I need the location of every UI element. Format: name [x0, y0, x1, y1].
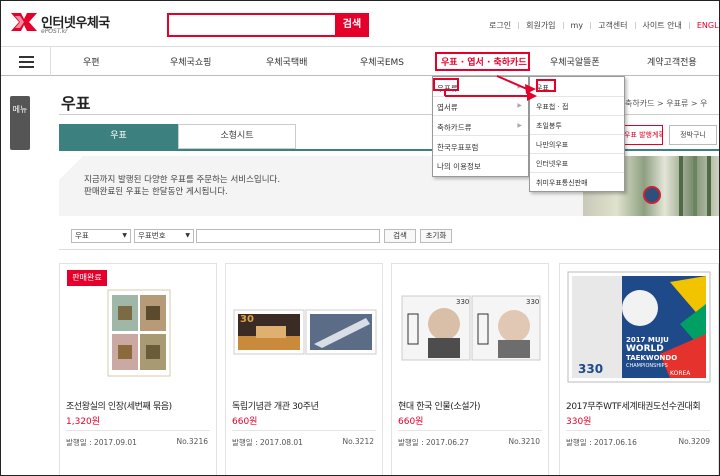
stamp-number: No.3212 — [342, 437, 374, 446]
product-card[interactable]: 30 독립기념관 개관 30주년 660원 발행일 : 2017.08.01 N… — [225, 263, 383, 475]
issue-date: 발행일 : 2017.08.01 — [232, 438, 303, 447]
annotation-arrow-icon — [444, 75, 537, 101]
cart-button[interactable]: 정박구니 — [669, 125, 717, 145]
product-card[interactable]: 330 330 현대 한국 인물(소설가) 660원 발행일 : 2017.06… — [391, 263, 549, 475]
search-field-select[interactable]: 우표번호 ▼ — [134, 229, 194, 243]
epost-logo-icon — [11, 13, 37, 31]
issue-date: 발행일 : 2017.06.16 — [566, 438, 637, 447]
sold-out-badge: 판매완료 — [67, 270, 107, 286]
signup-link[interactable]: 회원가입 — [526, 20, 555, 31]
search-button[interactable]: 검색 — [335, 13, 369, 37]
my-link[interactable]: my — [571, 21, 584, 30]
customer-center-link[interactable]: 고객센터 — [598, 20, 627, 31]
wtf-title-3: TAEKWONDO — [626, 354, 678, 362]
side-menu-tab[interactable]: 메뉴 — [10, 96, 30, 150]
submenu-item-fdc[interactable]: 초일봉투 — [536, 121, 562, 131]
banner-text: 지금까지 발행된 다양한 우표를 주문하는 서비스입니다. 판매완료된 우표는 … — [84, 174, 280, 198]
nav-contract-customer[interactable]: 계약고객전용 — [647, 55, 697, 68]
korea-label: KOREA — [670, 370, 691, 377]
chevron-right-icon: ▶ — [517, 122, 522, 129]
product-price: 330원 — [566, 417, 592, 427]
wtf-title-2: WORLD — [626, 344, 664, 354]
banner-line-1: 지금까지 발행된 다양한 우표를 주문하는 서비스입니다. — [84, 175, 281, 185]
product-price: 1,320원 — [66, 417, 101, 427]
banner-corner — [59, 156, 83, 180]
menu-item-cards[interactable]: 축하카드류 — [437, 122, 472, 133]
search-input[interactable]: 검색 — [167, 13, 369, 37]
chevron-right-icon: ▶ — [517, 102, 522, 109]
english-link[interactable]: ENGLISH — [697, 21, 719, 30]
stamp-number: No.3216 — [176, 437, 208, 446]
dropdown-menu-level2: 우표 우표첩 · 접 초일봉투 나만의우표 인터넷우표 취미우표통신판매 — [529, 76, 625, 192]
stamp-image-novelists: 330 330 — [392, 264, 548, 386]
list-divider — [59, 249, 719, 250]
menu-item-my-info[interactable]: 나의 이용정보 — [437, 161, 481, 172]
product-name[interactable]: 현대 한국 인물(소설가) — [398, 399, 480, 412]
login-link[interactable]: 로그인 — [489, 20, 511, 31]
page-title: 우표 — [61, 94, 91, 113]
stamp-image-independence-hall: 30 — [226, 264, 382, 386]
product-name[interactable]: 독립기념관 개관 30주년 — [232, 399, 319, 412]
site-logo[interactable]: 인터넷우체국 ePOST.kr — [11, 9, 131, 39]
banner-line-2: 판매완료된 우표는 한달동안 게시됩니다. — [84, 187, 228, 197]
stamp-value-30: 30 — [240, 314, 254, 325]
wtf-title-1: 2017 MUJU — [626, 336, 669, 344]
stamp-value-330: 330 — [578, 362, 604, 376]
browser-frame: 인터넷우체국 ePOST.kr 검색 로그인 회원가입 my 고객센터 사이트 안내 EN… — [0, 0, 720, 476]
chevron-down-icon: ▼ — [122, 232, 127, 239]
submenu-item-hobby-mail-order[interactable]: 취미우표통신판매 — [536, 178, 588, 188]
stamp-image-taekwondo: 2017 MUJU WORLD TAEKWONDO CHAMPIONSHIPS … — [560, 264, 716, 386]
menu-item-postcards[interactable]: 엽서류 — [437, 102, 458, 113]
stamp-value-330: 330 — [456, 298, 470, 306]
submenu-item-my-stamp[interactable]: 나만의우표 — [536, 140, 568, 150]
wtf-title-4: CHAMPIONSHIPS — [626, 363, 668, 369]
logo-subtitle: ePOST.kr — [41, 28, 68, 35]
nav-parcel[interactable]: 우체국택배 — [266, 55, 307, 68]
chevron-down-icon: ▼ — [185, 232, 190, 239]
main-nav: 우편 우체국쇼핑 우체국택배 우체국EMS 우표 · 엽서 · 축하카드 우체국… — [1, 46, 719, 76]
product-card[interactable]: 판매완료 조선왕실의 인장(세번째 묶음) 1,320원 발행일 : 2017.… — [59, 263, 217, 475]
nav-mobile[interactable]: 우체국알뜰폰 — [550, 55, 600, 68]
product-price: 660원 — [232, 417, 258, 427]
menu-item-forum[interactable]: 한국우표포럼 — [437, 142, 478, 153]
nav-mail[interactable]: 우편 — [83, 55, 100, 68]
site-guide-link[interactable]: 사이트 안내 — [643, 20, 682, 31]
submenu-item-internet-stamp[interactable]: 인터넷우표 — [536, 159, 568, 169]
utility-links: 로그인 회원가입 my 고객센터 사이트 안내 ENGLISH — [489, 20, 719, 31]
product-card[interactable]: 2017 MUJU WORLD TAEKWONDO CHAMPIONSHIPS … — [559, 263, 719, 475]
tab-souvenir-sheet[interactable]: 소형시트 — [178, 124, 296, 149]
submenu-item-album[interactable]: 우표첩 · 접 — [536, 102, 568, 112]
breadcrumb: 축하카드 > 우표류 > 우 — [625, 99, 708, 108]
issue-plan-button[interactable]: 우표 발행계획 — [623, 125, 663, 145]
issue-date: 발행일 : 2017.09.01 — [66, 438, 137, 447]
product-name[interactable]: 2017무주WTF세계태권도선수권대회 — [566, 399, 701, 412]
tab-stamp[interactable]: 우표 — [59, 124, 178, 149]
stamp-number: No.3210 — [508, 437, 540, 446]
product-name[interactable]: 조선왕실의 인장(세번째 묶음) — [66, 399, 172, 412]
product-price: 660원 — [398, 417, 424, 427]
stamp-value-330: 330 — [526, 298, 540, 306]
highlight-box-nav — [435, 52, 530, 71]
filter-search-button[interactable]: 검색 — [384, 229, 416, 243]
keyword-input[interactable] — [196, 229, 380, 243]
nav-ems[interactable]: 우체국EMS — [360, 55, 404, 68]
reset-button[interactable]: 초기화 — [420, 229, 452, 243]
hamburger-menu-icon[interactable] — [1, 47, 51, 76]
top-bar: 인터넷우체국 ePOST.kr 검색 로그인 회원가입 my 고객센터 사이트 안내 EN… — [1, 1, 719, 45]
category-select[interactable]: 우표 ▼ — [71, 229, 131, 243]
issue-date: 발행일 : 2017.06.27 — [398, 438, 469, 447]
stamp-number: No.3209 — [678, 437, 710, 446]
nav-shopping[interactable]: 우체국쇼핑 — [170, 55, 211, 68]
